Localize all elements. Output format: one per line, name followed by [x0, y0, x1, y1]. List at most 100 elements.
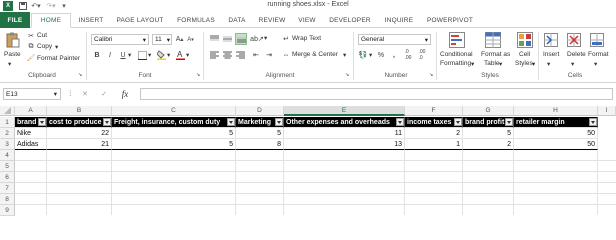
row-header-1[interactable]: 1: [0, 117, 15, 128]
insert-cells-icon[interactable]: [543, 31, 559, 48]
select-all-corner[interactable]: [0, 106, 15, 116]
table-cell[interactable]: 11: [284, 128, 405, 139]
tab-review[interactable]: REVIEW: [256, 14, 288, 27]
column-header-d[interactable]: D: [236, 106, 284, 116]
row-header-7[interactable]: 7: [0, 183, 15, 194]
column-header-e[interactable]: E: [284, 106, 405, 116]
merge-center-icon[interactable]: ⇔: [281, 50, 291, 60]
font-color-icon[interactable]: A: [175, 50, 185, 60]
increase-indent-icon[interactable]: ⇥: [264, 50, 274, 60]
merge-center-button[interactable]: Merge & Center: [292, 51, 338, 58]
format-as-table-icon[interactable]: [484, 31, 502, 48]
delete-cells-button[interactable]: Delete: [567, 51, 586, 58]
table-cell[interactable]: 13: [284, 139, 405, 150]
filter-dropdown-icon[interactable]: [505, 118, 513, 126]
copy-button[interactable]: Copy: [37, 43, 52, 50]
tab-home[interactable]: HOME: [31, 13, 71, 28]
tab-page-layout[interactable]: PAGE LAYOUT: [112, 14, 168, 27]
table-cell[interactable]: 2: [463, 139, 514, 150]
row-header-3[interactable]: 3: [0, 139, 15, 150]
formula-input[interactable]: [140, 88, 613, 100]
delete-cells-dropdown-icon[interactable]: ▾: [571, 60, 574, 68]
row-header-4[interactable]: 4: [0, 150, 15, 161]
column-header-f[interactable]: F: [405, 106, 463, 116]
tab-powerpivot[interactable]: POWERPIVOT: [424, 14, 476, 27]
cut-icon[interactable]: ✂: [27, 32, 35, 40]
format-painter-icon[interactable]: 🖌: [27, 54, 36, 62]
orientation-icon[interactable]: ab↗: [250, 34, 264, 44]
table-cell[interactable]: 1: [405, 139, 463, 150]
table-cell[interactable]: Adidas: [15, 139, 47, 150]
wrap-text-icon[interactable]: ↵: [281, 34, 291, 44]
cell-styles-dropdown-icon[interactable]: ▾: [532, 60, 535, 68]
paste-dropdown-icon[interactable]: ▾: [8, 60, 11, 68]
number-format-select[interactable]: General ▾: [358, 34, 431, 45]
table-header-brand[interactable]: brand: [15, 117, 47, 128]
worksheet-grid[interactable]: A B C D E F G H I 1 2 3 4 5 6 7 8 9 bran…: [0, 106, 616, 216]
table-header-freight[interactable]: Freight, insurance, custom duty: [112, 117, 236, 128]
filter-dropdown-icon[interactable]: [589, 118, 597, 126]
align-right-icon[interactable]: [235, 50, 245, 60]
conditional-formatting-icon[interactable]: [448, 31, 466, 48]
table-header-profit[interactable]: brand profit: [463, 117, 514, 128]
comma-style-icon[interactable]: ,: [389, 50, 399, 60]
filter-dropdown-icon[interactable]: [275, 118, 283, 126]
tab-view[interactable]: VIEW: [294, 14, 320, 27]
font-color-dropdown-icon[interactable]: ▾: [186, 51, 189, 59]
table-cell[interactable]: 8: [236, 139, 284, 150]
accounting-format-icon[interactable]: 💱: [358, 50, 368, 60]
column-header-a[interactable]: A: [15, 106, 47, 116]
table-cell[interactable]: 5: [463, 128, 514, 139]
paste-icon[interactable]: [6, 32, 20, 48]
bold-icon[interactable]: B: [93, 50, 101, 60]
filter-dropdown-icon[interactable]: [38, 118, 46, 126]
column-header-i[interactable]: I: [598, 106, 616, 116]
table-cell[interactable]: 5: [112, 139, 236, 150]
format-cells-button[interactable]: Format: [588, 51, 609, 58]
table-header-retailer[interactable]: retailer margin: [514, 117, 598, 128]
table-cell[interactable]: 21: [47, 139, 112, 150]
middle-align-icon[interactable]: [222, 34, 232, 44]
copy-icon[interactable]: ⧉: [27, 43, 35, 51]
filter-dropdown-icon[interactable]: [227, 118, 235, 126]
copy-dropdown-icon[interactable]: ▾: [55, 43, 58, 51]
merge-dropdown-icon[interactable]: ▾: [343, 51, 346, 59]
format-as-table-button[interactable]: Format as: [481, 51, 510, 58]
cut-button[interactable]: Cut: [37, 32, 47, 39]
orientation-dropdown-icon[interactable]: ▾: [264, 34, 267, 42]
format-painter-button[interactable]: Format Painter: [37, 55, 80, 62]
cell-styles-button[interactable]: Cell: [519, 51, 530, 58]
filter-dropdown-icon[interactable]: [454, 118, 462, 126]
underline-dropdown-icon[interactable]: ▾: [128, 51, 131, 59]
align-left-icon[interactable]: [209, 50, 219, 60]
tab-inquire[interactable]: INQUIRE: [380, 14, 418, 27]
top-align-icon[interactable]: [209, 34, 219, 44]
italic-icon[interactable]: I: [106, 50, 114, 60]
column-header-b[interactable]: B: [47, 106, 112, 116]
number-launcher-icon[interactable]: ↘: [429, 72, 433, 78]
table-cell[interactable]: 5: [236, 128, 284, 139]
enter-icon[interactable]: ✓: [98, 88, 110, 100]
table-cell[interactable]: 22: [47, 128, 112, 139]
accounting-dropdown-icon[interactable]: ▾: [369, 51, 372, 59]
table-header-cost[interactable]: cost to produce: [47, 117, 112, 128]
underline-icon[interactable]: U: [119, 50, 127, 60]
tab-insert[interactable]: INSERT: [75, 14, 107, 27]
decrease-decimal-icon[interactable]: .00.0: [416, 49, 428, 61]
delete-cells-icon[interactable]: [566, 31, 582, 48]
table-cell[interactable]: Nike: [15, 128, 47, 139]
row-header-9[interactable]: 9: [0, 205, 15, 216]
format-as-table-dropdown-icon[interactable]: ▾: [499, 60, 502, 68]
column-header-c[interactable]: C: [112, 106, 236, 116]
paste-button[interactable]: Paste: [4, 51, 21, 58]
table-cell[interactable]: 2: [405, 128, 463, 139]
align-center-icon[interactable]: [222, 50, 232, 60]
font-size-select[interactable]: 11 ▾: [152, 34, 172, 45]
conditional-formatting-button[interactable]: Conditional: [440, 51, 473, 58]
filter-dropdown-icon[interactable]: [103, 118, 111, 126]
tab-file[interactable]: FILE: [0, 12, 30, 28]
decrease-indent-icon[interactable]: ⇤: [251, 50, 261, 60]
empty-cells-area[interactable]: [15, 150, 616, 215]
insert-cells-dropdown-icon[interactable]: ▾: [547, 60, 550, 68]
table-header-other[interactable]: Other expenses and overheads: [284, 117, 405, 128]
